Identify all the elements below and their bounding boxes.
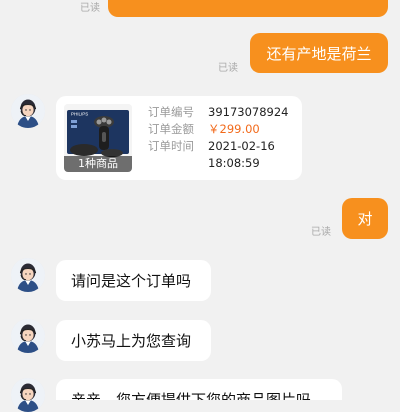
outgoing-message-bubble-partial[interactable] [108,0,388,17]
message-text: 对 [357,210,373,228]
brand-logo-text: PHILIPS [71,112,88,117]
message-text: 亲亲，您方便提供下您的商品图片吗 [71,391,312,400]
order-time-clock: 18:08:59 [208,156,260,170]
agent-avatar-icon [11,258,45,292]
agent-avatar[interactable] [11,378,45,412]
agent-avatar-icon [11,94,45,128]
incoming-message-bubble[interactable]: 小苏马上为您查询 [56,320,211,361]
incoming-message-bubble[interactable]: 亲亲，您方便提供下您的商品图片吗 [56,379,342,400]
order-card[interactable]: PHILIPS 1种商品 订单编号 39173078924 订单金额 ￥299.… [56,96,302,180]
agent-avatar[interactable] [11,319,45,353]
agent-avatar-icon [11,378,45,412]
outgoing-message-bubble[interactable]: 还有产地是荷兰 [250,33,388,73]
read-receipt: 已读 [80,3,100,14]
incoming-message-bubble[interactable]: 请问是这个订单吗 [56,260,211,301]
agent-avatar[interactable] [11,258,45,292]
agent-avatar-icon [11,319,45,353]
agent-avatar[interactable] [11,94,45,128]
read-receipt: 已读 [218,63,238,74]
order-time-label: 订单时间 [148,139,194,153]
order-number-label: 订单编号 [148,105,194,119]
message-text: 请问是这个订单吗 [71,272,192,290]
order-number-value: 39173078924 [208,105,289,119]
outgoing-message-bubble[interactable]: 对 [342,198,388,239]
read-receipt: 已读 [311,227,331,238]
order-amount-label: 订单金额 [148,122,194,136]
order-time-date: 2021-02-16 [208,139,275,153]
item-count-caption: 1种商品 [64,156,132,172]
order-amount-value: ￥299.00 [208,122,260,136]
message-text: 还有产地是荷兰 [266,44,372,63]
message-text: 小苏马上为您查询 [71,332,192,350]
product-thumbnail[interactable]: PHILIPS 1种商品 [64,104,132,172]
